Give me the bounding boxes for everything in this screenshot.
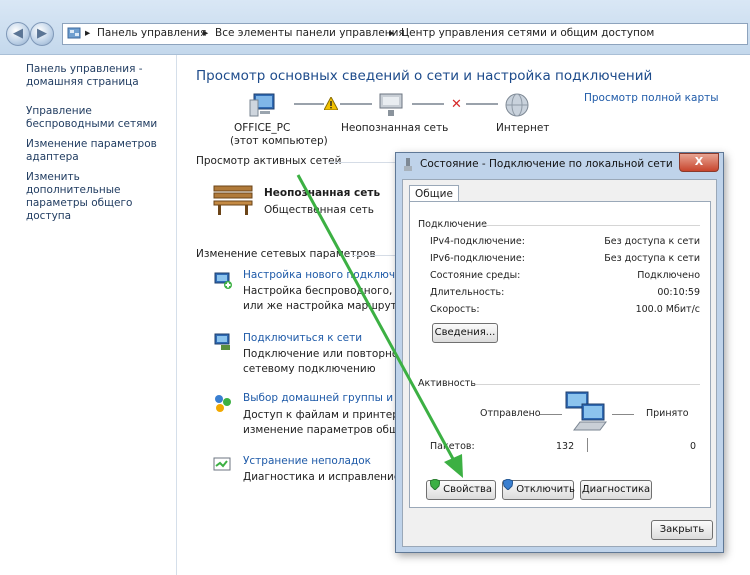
disable-button[interactable]: Отключить <box>502 478 575 500</box>
status-dialog: Состояние - Подключение по локальной сет… <box>395 152 724 553</box>
map-connector <box>466 103 498 105</box>
connection-group-label: Подключение <box>418 219 488 230</box>
task-description: Доступ к файлам и принтерам, <box>243 409 398 421</box>
dialog-body: Общие Подключение IPv4-подключение: Без … <box>402 179 717 547</box>
breadcrumb[interactable]: ▸ Панель управления ▸ Все элементы панел… <box>62 23 748 45</box>
map-connector <box>412 103 444 105</box>
close-icon: X <box>694 155 704 168</box>
back-arrow-icon: ◀ <box>13 26 23 41</box>
error-x-icon: ✕ <box>451 97 462 112</box>
breadcrumb-separator: ▸ <box>85 27 91 39</box>
shield-icon <box>429 478 441 497</box>
map-connector <box>340 103 372 105</box>
divider <box>352 255 398 256</box>
task-new-connection[interactable]: Настройка нового подключения <box>243 269 398 281</box>
duration-value: 00:10:59 <box>657 287 700 298</box>
tab-panel: Подключение IPv4-подключение: Без доступ… <box>409 201 711 508</box>
map-internet-label: Интернет <box>496 122 550 134</box>
task-description: сетевому подключению <box>243 363 376 375</box>
new-connection-icon <box>212 268 234 293</box>
ipv6-label: IPv6-подключение: <box>430 253 525 264</box>
received-label: Принято <box>646 408 689 419</box>
activity-group-label: Активность <box>418 378 476 389</box>
globe-icon <box>504 92 530 121</box>
breadcrumb-item-network-center[interactable]: Центр управления сетями и общим доступом <box>401 27 654 39</box>
homegroup-icon <box>212 392 234 417</box>
speed-label: Скорость: <box>430 304 480 315</box>
dialog-close-x-button[interactable]: X <box>679 153 719 172</box>
forward-arrow-icon: ▶ <box>37 26 47 41</box>
change-settings-heading: Изменение сетевых параметров <box>196 248 376 260</box>
dialog-title: Состояние - Подключение по локальной сет… <box>420 158 673 170</box>
active-networks-heading: Просмотр активных сетей <box>196 155 342 167</box>
dialog-titlebar[interactable]: Состояние - Подключение по локальной сет… <box>396 153 723 177</box>
connect-network-icon <box>212 330 234 355</box>
breadcrumb-item-control-panel[interactable]: Панель управления <box>97 27 206 39</box>
sidebar-item-adapter[interactable]: Изменение параметров адаптера <box>26 138 174 164</box>
breadcrumb-separator: ▸ <box>203 27 209 39</box>
map-connector <box>294 103 324 105</box>
media-state-label: Состояние среды: <box>430 270 521 281</box>
task-homegroup[interactable]: Выбор домашней группы и пар <box>243 392 398 404</box>
computer-sub: (этот компьютер) <box>230 135 328 147</box>
media-state-value: Подключено <box>637 270 700 281</box>
properties-button[interactable]: Свойства <box>426 478 496 500</box>
sidebar-item-wireless[interactable]: Управление беспроводными сетями <box>26 105 174 131</box>
activity-line-left <box>540 414 562 415</box>
bench-icon <box>212 182 254 219</box>
breadcrumb-item-all-elements[interactable]: Все элементы панели управления <box>215 27 405 39</box>
divider <box>328 162 398 163</box>
computer-icon <box>248 92 278 121</box>
network-icon <box>376 92 406 121</box>
computer-name: OFFICE_PC <box>234 122 291 134</box>
sent-label: Отправлено <box>480 408 541 419</box>
packets-received-value: 0 <box>690 441 697 452</box>
sidebar-item-home[interactable]: Панель управления - домашняя страница <box>26 63 174 89</box>
dialog-network-icon <box>402 158 414 175</box>
warning-icon <box>323 95 339 113</box>
diagnose-button[interactable]: Диагностика <box>580 480 652 500</box>
sidebar: Панель управления - домашняя страница Уп… <box>0 55 177 575</box>
address-bar-area: ◀ ▶ ▸ Панель управления ▸ Все элементы п… <box>0 0 750 55</box>
packets-sent-value: 132 <box>556 441 575 452</box>
divider <box>476 384 700 385</box>
shield-icon <box>502 478 514 497</box>
close-button[interactable]: Закрыть <box>651 520 713 540</box>
active-network-type[interactable]: Общественная сеть <box>264 204 374 216</box>
properties-label: Свойства <box>443 484 493 495</box>
full-map-link[interactable]: Просмотр полной карты <box>584 92 719 104</box>
task-troubleshoot[interactable]: Устранение неполадок <box>243 455 398 467</box>
control-panel-icon <box>67 26 81 43</box>
activity-computers-icon <box>562 390 610 437</box>
map-network-name: Неопознанная сеть <box>341 122 449 134</box>
ipv6-value: Без доступа к сети <box>604 253 700 264</box>
breadcrumb-separator: ▸ <box>389 27 395 39</box>
packets-separator <box>587 438 588 452</box>
divider <box>482 225 700 226</box>
task-connect-network[interactable]: Подключиться к сети <box>243 332 398 344</box>
activity-line-right <box>612 414 634 415</box>
task-description: изменение параметров общего <box>243 424 398 436</box>
sidebar-item-sharing[interactable]: Изменить дополнительные параметры общего… <box>26 171 174 223</box>
troubleshoot-icon <box>212 454 234 479</box>
task-description: или же настройка маршрутизато <box>243 300 398 312</box>
task-description: Подключение или повторное п <box>243 348 398 360</box>
speed-value: 100.0 Мбит/с <box>635 304 700 315</box>
ipv4-label: IPv4-подключение: <box>430 236 525 247</box>
duration-label: Длительность: <box>430 287 505 298</box>
packets-label: Пакетов: <box>430 441 475 452</box>
ipv4-value: Без доступа к сети <box>604 236 700 247</box>
page-title: Просмотр основных сведений о сети и наст… <box>196 68 653 84</box>
task-description: Диагностика и исправление се <box>243 471 398 483</box>
forward-button[interactable]: ▶ <box>30 22 54 46</box>
back-button[interactable]: ◀ <box>6 22 30 46</box>
active-network-name: Неопознанная сеть <box>264 187 381 199</box>
task-description: Настройка беспроводного, широ <box>243 285 398 297</box>
details-button[interactable]: Сведения... <box>432 323 498 343</box>
disable-label: Отключить <box>516 484 575 495</box>
